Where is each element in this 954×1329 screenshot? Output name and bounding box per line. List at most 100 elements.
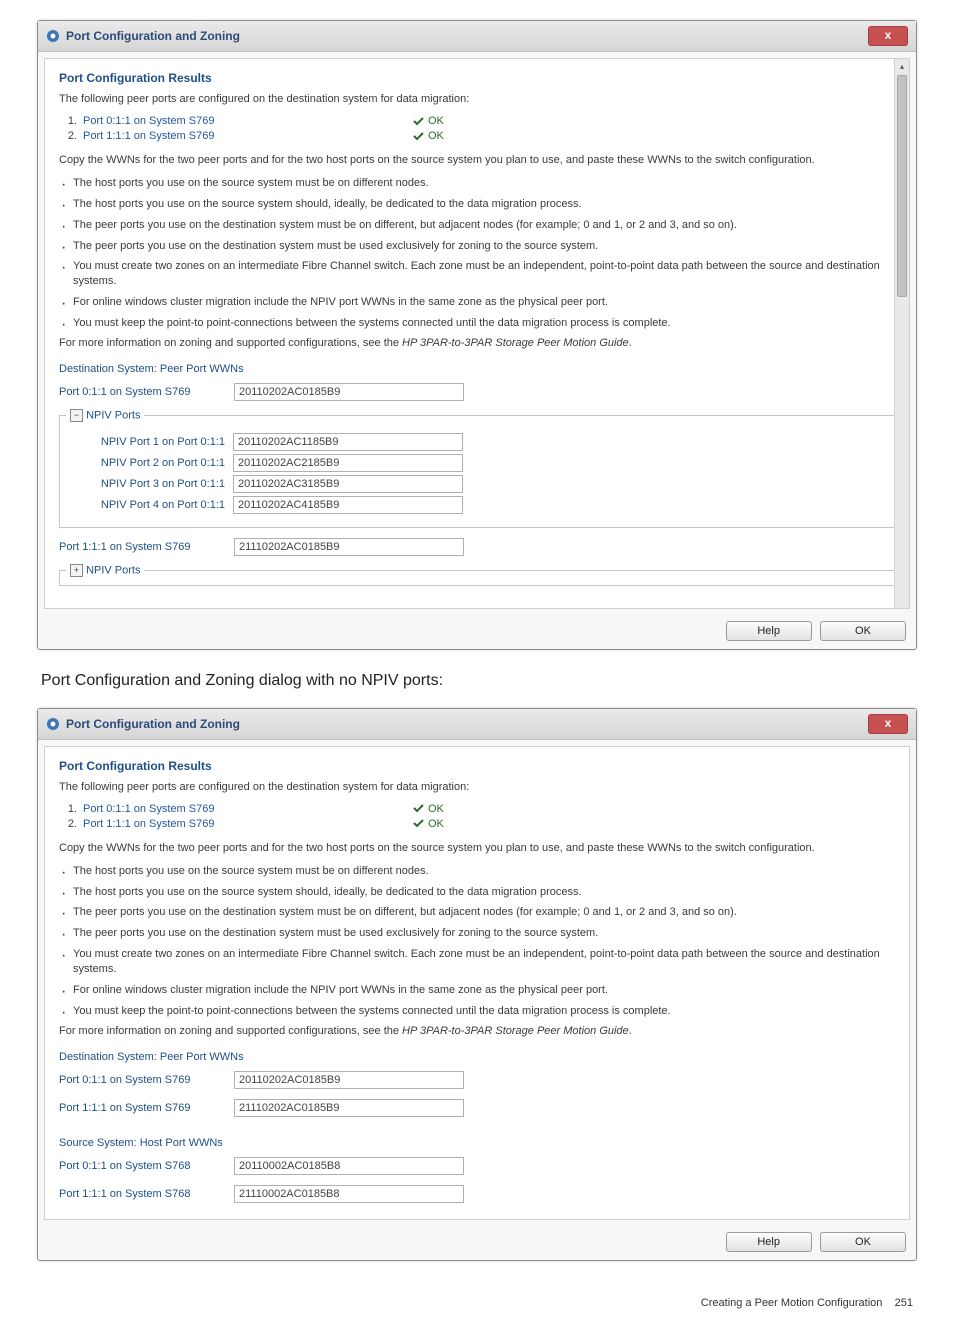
button-bar: Help OK: [38, 1226, 916, 1260]
dialog-title: Port Configuration and Zoning: [66, 717, 240, 731]
npiv-row: NPIV Port 1 on Port 0:1:1: [70, 433, 884, 451]
titlebar: Port Configuration and Zoning x: [38, 709, 916, 740]
port-status: OK: [413, 803, 444, 815]
footer-page: 251: [895, 1297, 913, 1309]
dialog-2: Port Configuration and Zoning x Port Con…: [37, 708, 917, 1261]
npiv-input[interactable]: [233, 496, 463, 514]
status-text: OK: [428, 115, 444, 127]
titlebar: Port Configuration and Zoning x: [38, 21, 916, 52]
bullet-item: You must keep the point-to point-connect…: [73, 316, 895, 331]
source-port-input[interactable]: [234, 1185, 464, 1203]
npiv-input[interactable]: [233, 454, 463, 472]
npiv-legend[interactable]: + NPIV Ports: [66, 564, 144, 577]
npiv-label: NPIV Port 3 on Port 0:1:1: [70, 478, 233, 490]
dest-port-label: Port 0:1:1 on System S769: [59, 386, 234, 398]
scroll-up-icon[interactable]: ▴: [895, 59, 909, 73]
npiv-row: NPIV Port 3 on Port 0:1:1: [70, 475, 884, 493]
more-info-suffix: .: [629, 337, 632, 349]
copy-wwns-text: Copy the WWNs for the two peer ports and…: [59, 154, 895, 166]
bullet-item: You must create two zones on an intermed…: [73, 947, 895, 977]
dest-port-row: Port 0:1:1 on System S769: [59, 1071, 895, 1089]
page-footer: Creating a Peer Motion Configuration 251: [37, 1297, 917, 1309]
npiv-ports-fieldset-expanded: − NPIV Ports NPIV Port 1 on Port 0:1:1 N…: [59, 409, 895, 528]
bullet-item: The peer ports you use on the destinatio…: [73, 926, 895, 941]
port-result-row: 1. Port 0:1:1 on System S769 OK: [59, 803, 895, 815]
port-status: OK: [413, 130, 444, 142]
npiv-input[interactable]: [233, 433, 463, 451]
dialog-title: Port Configuration and Zoning: [66, 29, 240, 43]
more-info-line: For more information on zoning and suppo…: [59, 337, 895, 349]
copy-wwns-text: Copy the WWNs for the two peer ports and…: [59, 842, 895, 854]
bullet-item: The peer ports you use on the destinatio…: [73, 218, 895, 233]
port-num: 2.: [59, 130, 77, 142]
close-button[interactable]: x: [868, 26, 908, 46]
dest-port-label: Port 1:1:1 on System S769: [59, 1102, 234, 1114]
between-caption: Port Configuration and Zoning dialog wit…: [41, 672, 913, 690]
dest-port-row: Port 1:1:1 on System S769: [59, 538, 895, 556]
npiv-label: NPIV Port 1 on Port 0:1:1: [70, 436, 233, 448]
bullet-item: The host ports you use on the source sys…: [73, 197, 895, 212]
collapse-icon[interactable]: −: [70, 409, 83, 422]
intro-line: The following peer ports are configured …: [59, 781, 895, 793]
dest-port-label: Port 1:1:1 on System S769: [59, 541, 234, 553]
npiv-ports-fieldset-collapsed: + NPIV Ports: [59, 564, 895, 586]
source-port-label: Port 0:1:1 on System S768: [59, 1160, 234, 1172]
bullet-item: You must create two zones on an intermed…: [73, 259, 895, 289]
app-icon: [46, 29, 60, 43]
help-button[interactable]: Help: [726, 621, 812, 641]
ok-button[interactable]: OK: [820, 1232, 906, 1252]
scroll-thumb[interactable]: [897, 75, 907, 297]
dest-port-input[interactable]: [234, 383, 464, 401]
close-button[interactable]: x: [868, 714, 908, 734]
check-icon: [413, 116, 424, 127]
more-info-line: For more information on zoning and suppo…: [59, 1025, 895, 1037]
expand-icon[interactable]: +: [70, 564, 83, 577]
help-button[interactable]: Help: [726, 1232, 812, 1252]
ok-button[interactable]: OK: [820, 621, 906, 641]
source-port-input[interactable]: [234, 1157, 464, 1175]
bullet-list: The host ports you use on the source sys…: [59, 176, 895, 331]
check-icon: [413, 131, 424, 142]
source-port-row: Port 1:1:1 on System S768: [59, 1185, 895, 1203]
dialog-1: Port Configuration and Zoning x ▴ Port C…: [37, 20, 917, 650]
bullet-item: The peer ports you use on the destinatio…: [73, 905, 895, 920]
bullet-item: For online windows cluster migration inc…: [73, 983, 895, 998]
results-heading: Port Configuration Results: [59, 71, 895, 85]
port-label: Port 0:1:1 on System S769: [83, 803, 413, 815]
more-info-prefix: For more information on zoning and suppo…: [59, 1025, 402, 1037]
check-icon: [413, 803, 424, 814]
port-num: 1.: [59, 115, 77, 127]
port-result-row: 2. Port 1:1:1 on System S769 OK: [59, 818, 895, 830]
more-info-prefix: For more information on zoning and suppo…: [59, 337, 402, 349]
npiv-input[interactable]: [233, 475, 463, 493]
dest-port-input[interactable]: [234, 1071, 464, 1089]
intro-line: The following peer ports are configured …: [59, 93, 895, 105]
check-icon: [413, 818, 424, 829]
dest-port-input[interactable]: [234, 538, 464, 556]
dest-heading: Destination System: Peer Port WWNs: [59, 1051, 895, 1063]
dest-heading: Destination System: Peer Port WWNs: [59, 363, 895, 375]
bullet-item: The host ports you use on the source sys…: [73, 885, 895, 900]
port-status: OK: [413, 115, 444, 127]
results-heading: Port Configuration Results: [59, 759, 895, 773]
bullet-item: For online windows cluster migration inc…: [73, 295, 895, 310]
bullet-item: You must keep the point-to point-connect…: [73, 1004, 895, 1019]
npiv-row: NPIV Port 2 on Port 0:1:1: [70, 454, 884, 472]
more-info-doc: HP 3PAR-to-3PAR Storage Peer Motion Guid…: [402, 1025, 629, 1037]
port-label: Port 1:1:1 on System S769: [83, 818, 413, 830]
port-status: OK: [413, 818, 444, 830]
npiv-legend[interactable]: − NPIV Ports: [66, 409, 144, 422]
source-port-label: Port 1:1:1 on System S768: [59, 1188, 234, 1200]
scrollbar[interactable]: ▴: [894, 59, 909, 608]
more-info-doc: HP 3PAR-to-3PAR Storage Peer Motion Guid…: [402, 337, 629, 349]
npiv-legend-text: NPIV Ports: [86, 409, 140, 421]
port-num: 1.: [59, 803, 77, 815]
dest-port-input[interactable]: [234, 1099, 464, 1117]
more-info-suffix: .: [629, 1025, 632, 1037]
port-result-row: 2. Port 1:1:1 on System S769 OK: [59, 130, 895, 142]
status-text: OK: [428, 130, 444, 142]
npiv-label: NPIV Port 2 on Port 0:1:1: [70, 457, 233, 469]
dest-port-label: Port 0:1:1 on System S769: [59, 1074, 234, 1086]
bullet-item: The host ports you use on the source sys…: [73, 176, 895, 191]
bullet-list: The host ports you use on the source sys…: [59, 864, 895, 1019]
